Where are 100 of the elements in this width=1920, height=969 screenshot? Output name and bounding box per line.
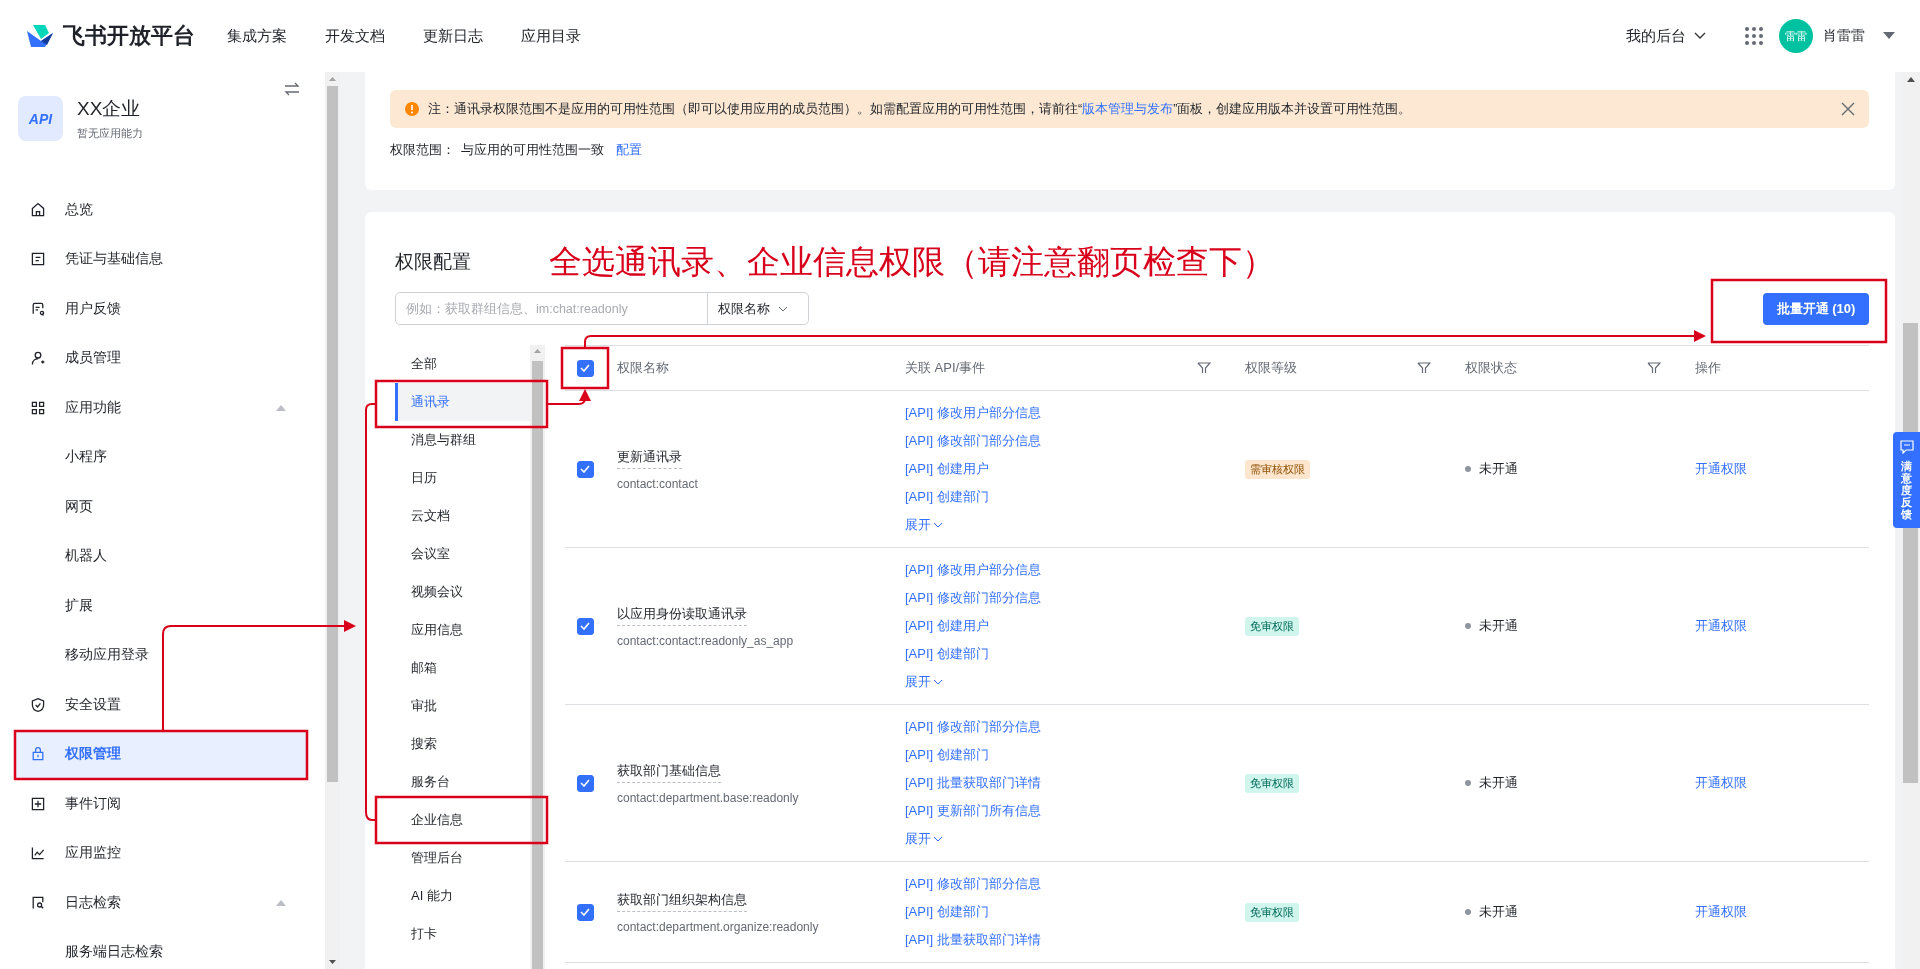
row-checkbox[interactable] [576,774,594,792]
nav-link[interactable]: 更新日志 [423,26,483,46]
chevron-down-icon [933,836,943,842]
sidebar-subitem[interactable]: 移动应用登录 [15,630,307,680]
api-link[interactable]: [API] 修改用户部分信息 [905,399,1041,427]
api-link[interactable]: [API] 修改部门部分信息 [905,427,1041,455]
app-subtitle: 暂无应用能力 [77,126,143,141]
menu-icon [30,201,46,218]
api-link[interactable]: [API] 批量获取部门详情 [905,926,1041,954]
sidebar-subitem[interactable]: 机器人 [15,531,307,581]
status-text: 未开通 [1479,460,1518,478]
category-item[interactable]: 服务台 [395,763,530,801]
api-link[interactable]: [API] 修改部门部分信息 [905,870,1041,898]
sidebar-subitem[interactable]: 网页 [15,482,307,532]
column-header: 操作 [1695,359,1721,377]
category-item[interactable]: 消息与群组 [395,421,530,459]
nav-link[interactable]: 集成方案 [227,26,287,46]
category-item[interactable]: 打卡 [395,915,530,953]
expand-link[interactable]: 展开 [905,511,943,539]
api-link[interactable]: [API] 创建部门 [905,741,989,769]
category-item[interactable]: 企业信息 [395,801,530,839]
category-item[interactable]: 搜索 [395,725,530,763]
scrollbar[interactable] [530,345,545,969]
category-item[interactable]: 视频会议 [395,573,530,611]
link[interactable]: 版本管理与发布 [1082,101,1174,116]
column-header: 关联 API/事件 [905,359,986,377]
menu-icon [30,251,46,268]
column-header: 权限等级 [1245,359,1297,377]
enable-link[interactable]: 开通权限 [1695,774,1747,792]
expand-link[interactable]: 展开 [905,668,943,696]
expand-link[interactable]: 展开 [905,825,943,853]
category-item[interactable]: 管理后台 [395,839,530,877]
batch-enable-button[interactable]: 批量开通 (10) [1763,292,1869,325]
category-item[interactable]: 日历 [395,459,530,497]
nav-link[interactable]: 应用目录 [521,26,581,46]
apps-grid-icon[interactable] [1744,26,1764,46]
api-link[interactable]: [API] 创建用户 [905,612,989,640]
chevron-down-icon[interactable] [778,305,788,312]
chevron-down-icon[interactable] [1694,32,1706,40]
enable-link[interactable]: 开通权限 [1695,903,1747,921]
feedback-tab[interactable]: 满意度反馈 [1893,432,1920,529]
sidebar-item[interactable]: 日志检索 [15,878,307,928]
menu-icon [30,350,46,367]
category-item[interactable]: 应用信息 [395,611,530,649]
sidebar-item[interactable]: 事件订阅 [15,779,307,829]
api-link[interactable]: [API] 创建用户 [905,455,989,483]
check-icon [580,779,590,787]
api-link[interactable]: [API] 修改部门部分信息 [905,584,1041,612]
api-link[interactable]: [API] 批量获取部门详情 [905,769,1041,797]
nav-link[interactable]: 开发文档 [325,26,385,46]
category-item[interactable]: 云文档 [395,497,530,535]
sidebar-subitem[interactable]: 扩展 [15,581,307,631]
collapse-icon[interactable] [284,82,300,96]
filter-icon[interactable] [1647,361,1661,375]
scrollbar[interactable] [1901,72,1920,969]
permission-level-tag: 免审权限 [1245,773,1299,793]
sidebar-item[interactable]: 凭证与基础信息 [15,234,307,284]
category-item[interactable]: 通讯录 [395,383,530,421]
scrollbar[interactable] [325,72,340,969]
api-link[interactable]: [API] 修改用户部分信息 [905,556,1041,584]
close-icon[interactable] [1841,102,1855,116]
configure-link[interactable]: 配置 [616,141,642,159]
category-item[interactable]: 会议室 [395,535,530,573]
console-menu[interactable]: 我的后台 [1626,26,1706,46]
row-checkbox[interactable] [576,460,594,478]
select-all-checkbox[interactable] [576,359,594,377]
search-field[interactable]: 例如：获取群组信息、im:chat:readonly 权限名称 [395,292,809,325]
sidebar-item[interactable]: 用户反馈 [15,284,307,334]
api-link[interactable]: [API] 创建部门 [905,640,989,668]
sidebar-item[interactable]: 应用监控 [15,828,307,878]
api-link[interactable]: [API] 创建部门 [905,483,989,511]
api-link[interactable]: [API] 修改部门部分信息 [905,713,1041,741]
brand-name[interactable]: 飞书开放平台 [63,21,195,51]
category-item[interactable]: 审批 [395,687,530,725]
status-text: 未开通 [1479,774,1518,792]
permission-name: 获取部门基础信息 [617,761,721,783]
row-checkbox[interactable] [576,903,594,921]
menu-icon [30,746,46,763]
user-name[interactable]: 肖雷雷 [1823,27,1865,45]
permission-scope: contact:department.organize:readonly [617,919,819,934]
sidebar-item[interactable]: 应用功能 [15,383,307,433]
caret-icon[interactable] [1883,32,1895,40]
row-checkbox[interactable] [576,617,594,635]
sidebar-item[interactable]: 成员管理 [15,333,307,383]
logo-icon [25,23,55,49]
category-item[interactable]: AI 能力 [395,877,530,915]
sidebar-subitem[interactable]: 小程序 [15,432,307,482]
sidebar-subitem[interactable]: 服务端日志检索 [15,927,307,969]
enable-link[interactable]: 开通权限 [1695,460,1747,478]
filter-icon[interactable] [1417,361,1431,375]
sidebar-item[interactable]: 安全设置 [15,680,307,730]
category-item[interactable]: 邮箱 [395,649,530,687]
sidebar-item[interactable]: 总览 [15,185,307,235]
api-link[interactable]: [API] 更新部门所有信息 [905,797,1041,825]
filter-icon[interactable] [1197,361,1211,375]
sidebar-item[interactable]: 权限管理 [15,729,307,779]
category-item[interactable]: 全部 [395,345,530,383]
api-link[interactable]: [API] 创建部门 [905,898,989,926]
permission-name: 以应用身份读取通讯录 [617,604,747,626]
enable-link[interactable]: 开通权限 [1695,617,1747,635]
